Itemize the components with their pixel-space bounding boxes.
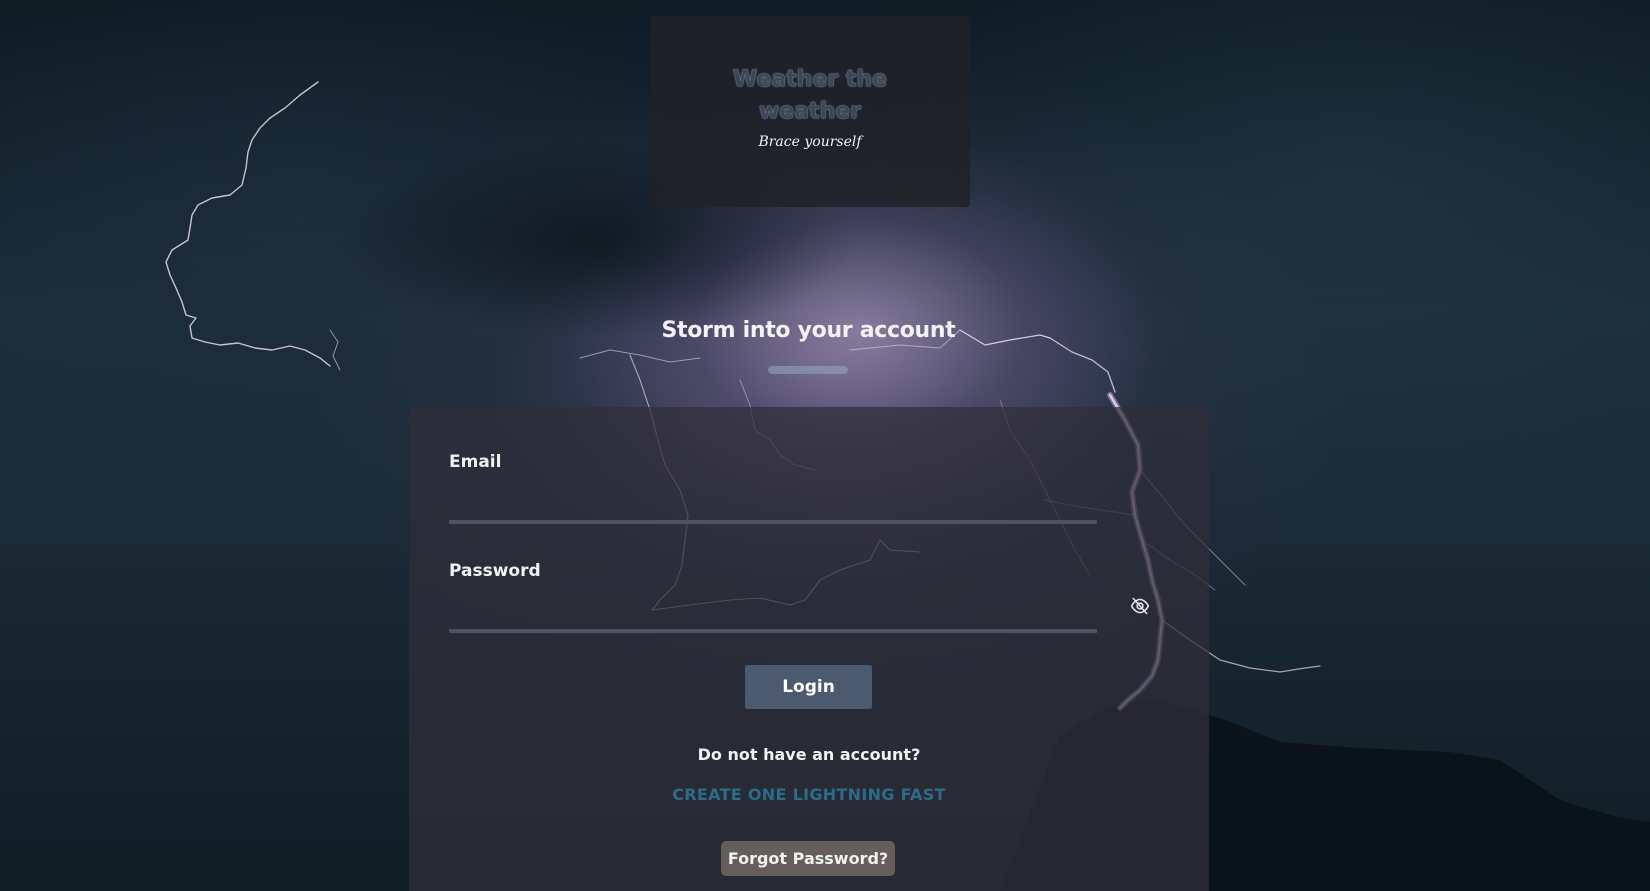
create-account-link[interactable]: CREATE ONE LIGHTNING FAST <box>409 785 1209 804</box>
email-underline <box>449 520 1097 524</box>
forgot-password-button[interactable]: Forgot Password? <box>721 841 895 876</box>
heading-underline <box>768 366 848 374</box>
login-button[interactable]: Login <box>745 665 872 709</box>
password-label: Password <box>449 561 541 581</box>
email-field[interactable] <box>449 477 1097 511</box>
brand-card: Weather the weather Brace yourself <box>650 16 970 207</box>
eye-slash-icon[interactable] <box>1130 596 1150 616</box>
login-card: Email Password Login Do not have an acco… <box>409 407 1209 891</box>
brand-tagline: Brace yourself <box>758 134 862 150</box>
page-heading: Storm into your account <box>661 318 956 343</box>
no-account-text: Do not have an account? <box>697 745 921 764</box>
email-label: Email <box>449 452 502 472</box>
password-underline <box>449 629 1097 633</box>
password-field[interactable] <box>449 586 1097 620</box>
brand-title: Weather the weather <box>733 67 887 124</box>
